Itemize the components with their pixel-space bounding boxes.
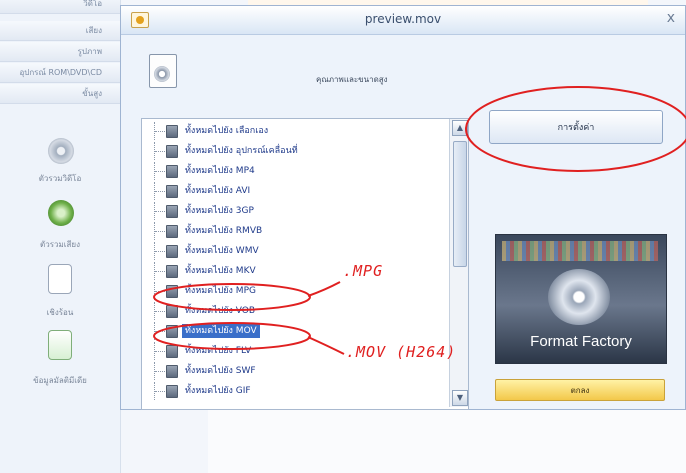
annotation-layer: [153, 86, 686, 355]
settings-highlight-ellipse: [465, 86, 686, 172]
mpg-highlight-ellipse: [153, 283, 311, 311]
mov-highlight-ellipse: [153, 322, 311, 350]
mpg-arrow-line: [307, 281, 341, 297]
mpg-annotation: .MPG: [343, 262, 384, 280]
mov-arrow-line: [307, 336, 345, 355]
mov-annotation: .MOV (H264): [346, 343, 457, 361]
